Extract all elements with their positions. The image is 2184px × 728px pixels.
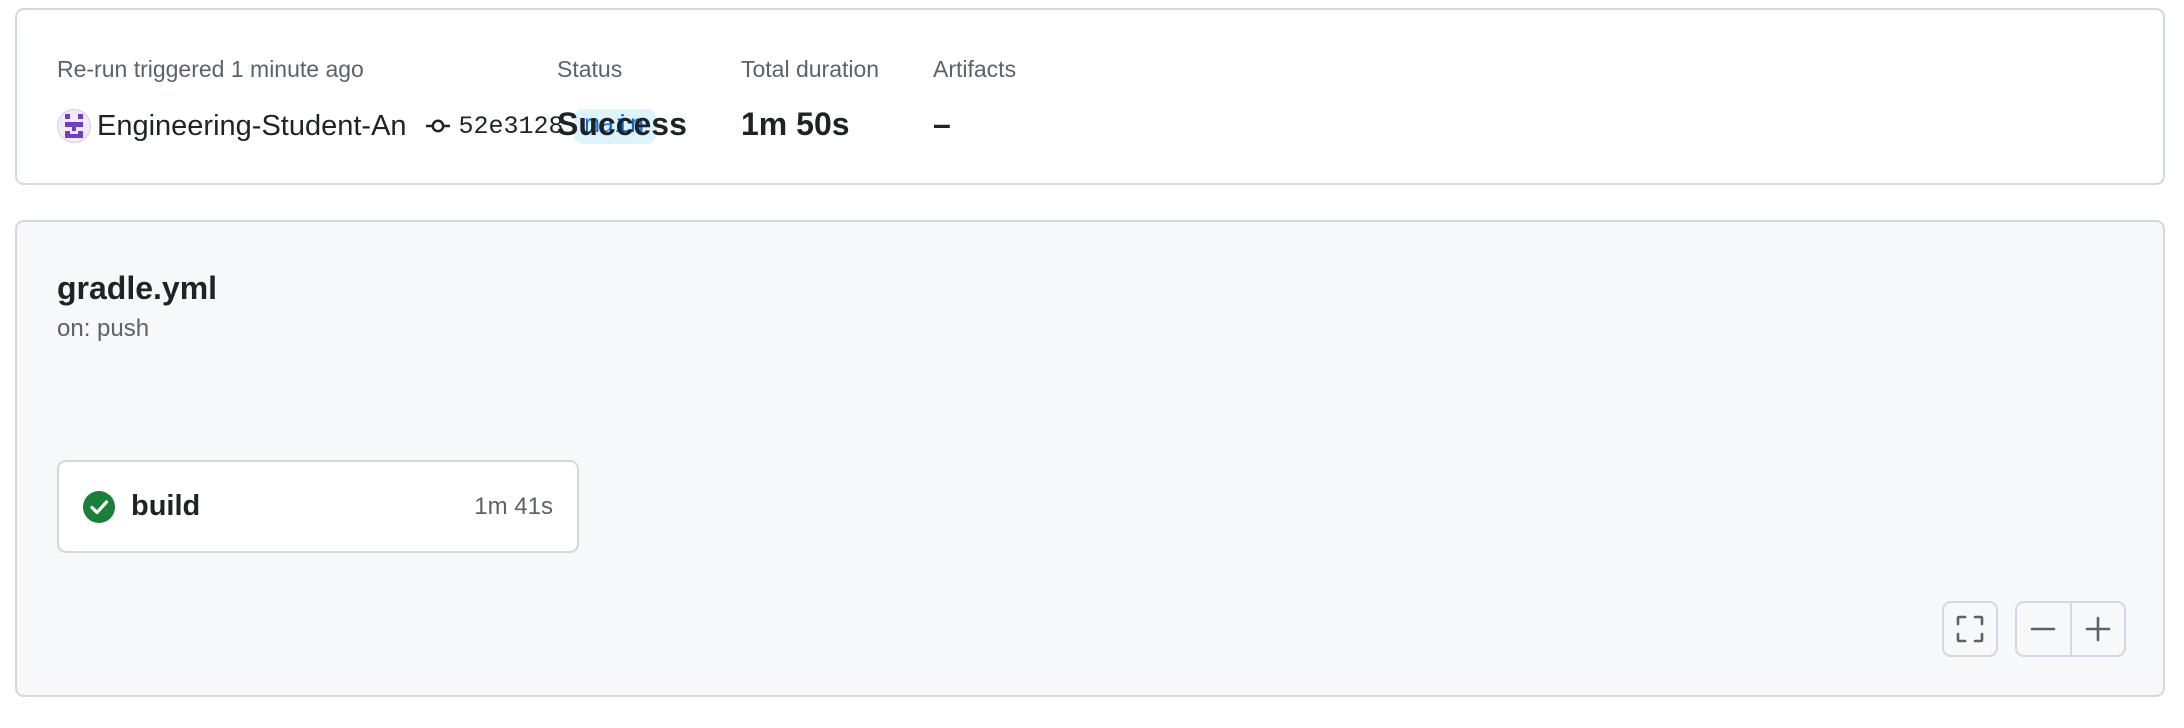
- zoom-controls: [2015, 601, 2126, 657]
- plus-icon: [2085, 616, 2111, 642]
- job-name: build: [131, 490, 201, 522]
- identicon-icon: [65, 114, 83, 138]
- duration-column: Total duration 1m 50s: [741, 54, 880, 142]
- artifacts-label: Artifacts: [933, 56, 1017, 82]
- duration-value: 1m 50s: [741, 106, 850, 142]
- zoom-out-button[interactable]: [2017, 603, 2070, 655]
- fullscreen-icon: [1956, 615, 1984, 643]
- trigger-column: Re-run triggered 1 minute ago Engineerin…: [57, 54, 656, 144]
- workflow-graph-card: gradle.yml on: push build 1m 41s: [15, 220, 2165, 697]
- zoom-in-button[interactable]: [2069, 603, 2125, 655]
- status-label: Status: [557, 56, 623, 82]
- identicon-avatar[interactable]: [57, 109, 91, 143]
- commit-sha-link[interactable]: 52e3128: [459, 112, 564, 141]
- duration-label: Total duration: [741, 56, 880, 82]
- status-value: Success: [557, 106, 687, 142]
- workflow-trigger: on: push: [57, 315, 150, 342]
- run-summary-card: Re-run triggered 1 minute ago Engineerin…: [15, 8, 2165, 185]
- workflow-file-name: gradle.yml: [57, 270, 218, 306]
- job-card-build[interactable]: build 1m 41s: [57, 460, 579, 553]
- artifacts-column: Artifacts –: [933, 54, 1017, 142]
- job-duration: 1m 41s: [474, 493, 553, 520]
- check-circle-icon: [83, 491, 115, 523]
- fullscreen-button[interactable]: [1942, 601, 1998, 657]
- actor-name-link[interactable]: Engineering-Student-An: [97, 110, 407, 143]
- trigger-text: Re-run triggered 1 minute ago: [57, 56, 364, 82]
- git-commit-icon: [425, 117, 451, 135]
- artifacts-value: –: [933, 106, 951, 142]
- minus-icon: [2030, 627, 2056, 631]
- status-column: Status Success: [557, 54, 687, 142]
